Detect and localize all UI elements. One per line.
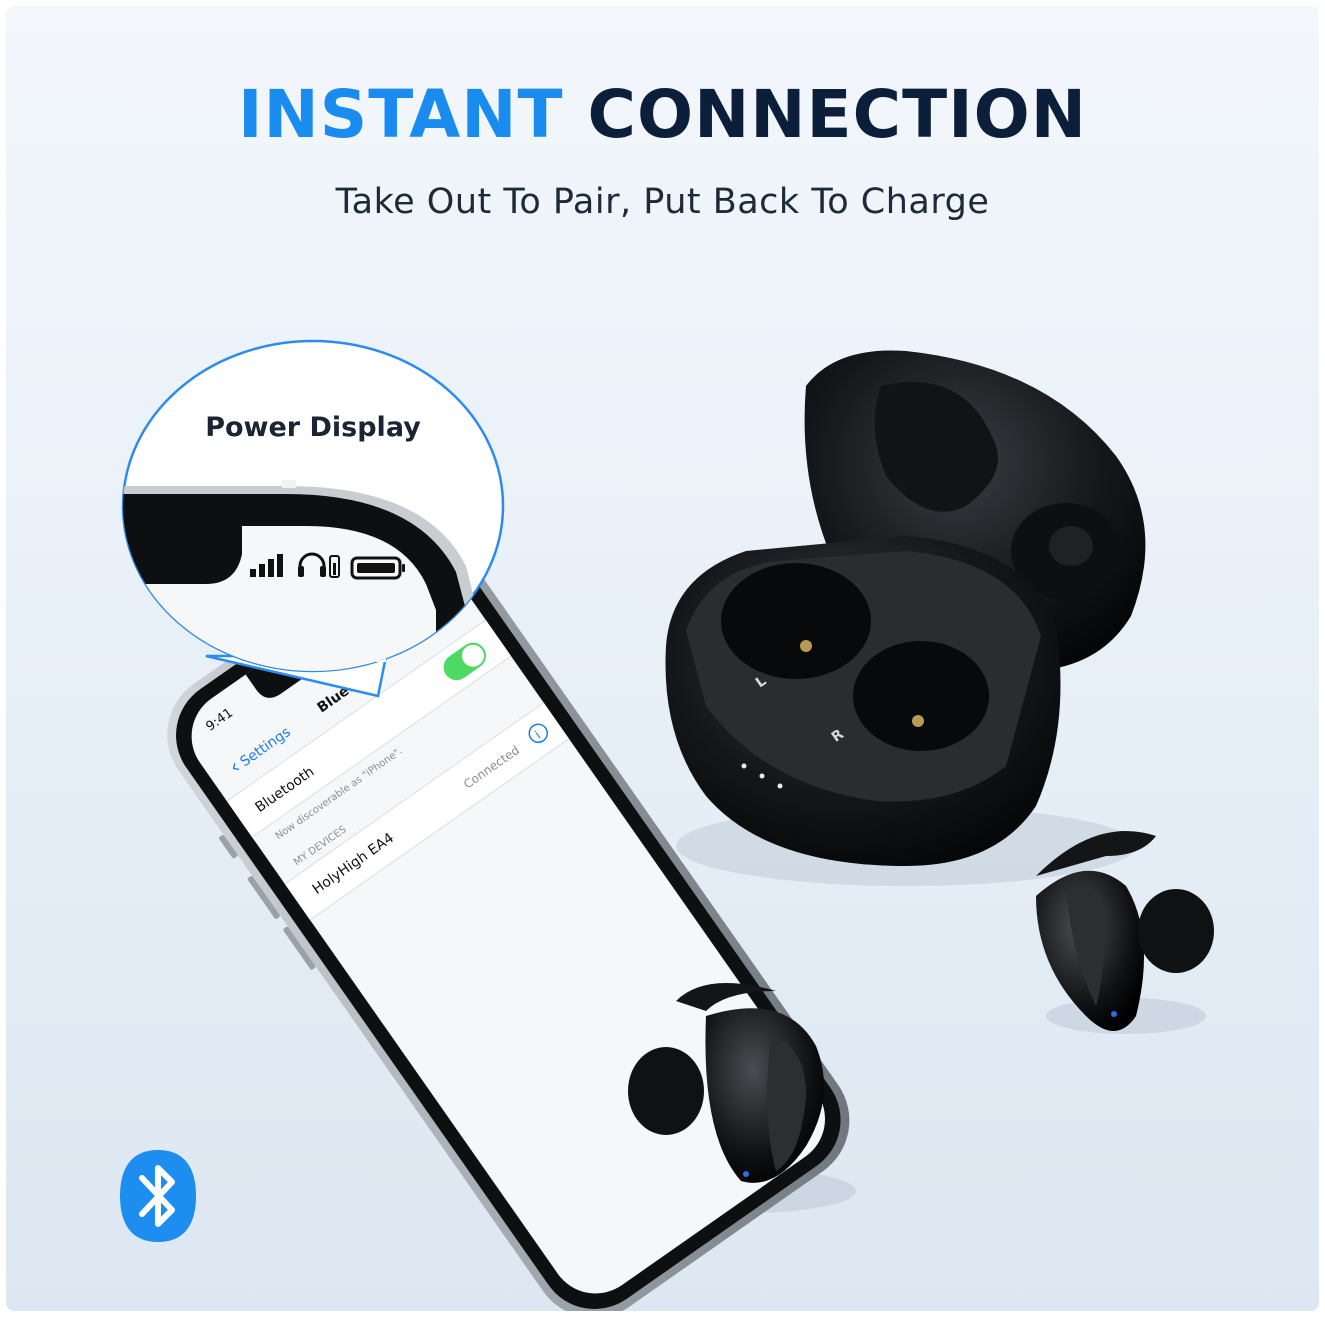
- earbud-right: [1036, 831, 1214, 1031]
- bluetooth-icon: [120, 1150, 196, 1242]
- charging-case: L R: [665, 350, 1146, 866]
- product-banner: INSTANT CONNECTION Take Out To Pair, Put…: [6, 6, 1319, 1311]
- callout-label: Power Display: [205, 412, 421, 443]
- product-scene: 9:41 ‹ Settings Bluetooth Bluetooth Now …: [121, 339, 1214, 1311]
